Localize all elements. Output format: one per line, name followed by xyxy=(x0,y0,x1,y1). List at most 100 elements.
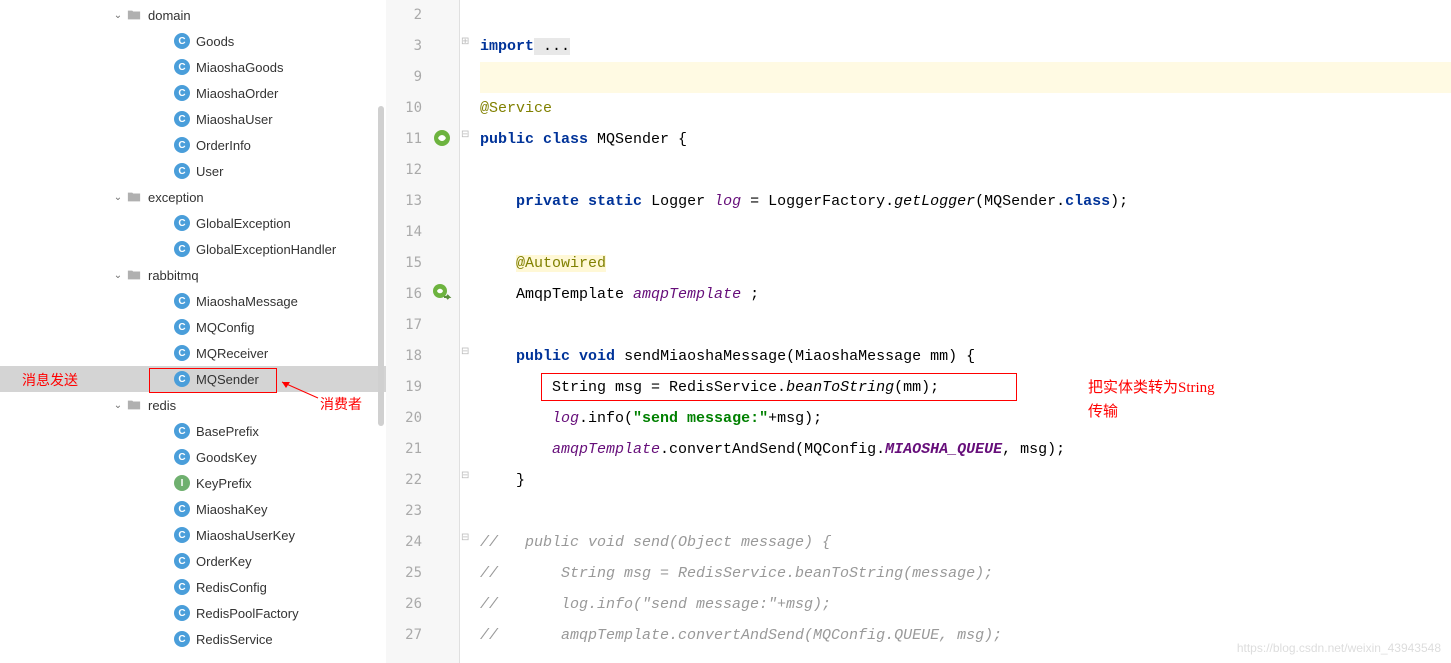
fold-collapse-icon[interactable]: ⊟ xyxy=(461,129,469,140)
tree-item-miaoshamessage[interactable]: CMiaoshaMessage xyxy=(0,288,386,314)
tree-label: MiaoshaUserKey xyxy=(196,528,295,543)
tree-label: rabbitmq xyxy=(148,268,199,283)
line-number: 25 xyxy=(386,558,422,589)
line-number: 16 xyxy=(386,279,422,310)
line-number: 18 xyxy=(386,341,422,372)
annotation-label: 消息发送 xyxy=(22,370,78,390)
class-icon: C xyxy=(174,293,190,309)
fold-collapse-icon[interactable]: ⊟ xyxy=(461,532,469,543)
chevron-down-icon: ⌄ xyxy=(110,400,126,411)
tree-item-goods[interactable]: CGoods xyxy=(0,28,386,54)
code-line: amqpTemplate.convertAndSend(MQConfig.MIA… xyxy=(480,434,1451,465)
tree-item-redisconfig[interactable]: CRedisConfig xyxy=(0,574,386,600)
class-icon: C xyxy=(174,449,190,465)
tree-item-mqconfig[interactable]: CMQConfig xyxy=(0,314,386,340)
tree-item-redisservice[interactable]: CRedisService xyxy=(0,626,386,652)
class-icon: C xyxy=(174,241,190,257)
tree-item-redispoolfactory[interactable]: CRedisPoolFactory xyxy=(0,600,386,626)
class-icon: C xyxy=(174,59,190,75)
line-number: 26 xyxy=(386,589,422,620)
folder-icon xyxy=(126,397,142,413)
line-number: 14 xyxy=(386,217,422,248)
tree-item-miaoshauser[interactable]: CMiaoshaUser xyxy=(0,106,386,132)
tree-label: KeyPrefix xyxy=(196,476,252,491)
tree-label: redis xyxy=(148,398,176,413)
tree-label: MQReceiver xyxy=(196,346,268,361)
tree-label: MiaoshaGoods xyxy=(196,60,283,75)
fold-collapse-icon[interactable]: ⊟ xyxy=(461,470,469,481)
code-line: String msg = RedisService.beanToString(m… xyxy=(480,372,1451,403)
tree-label: exception xyxy=(148,190,204,205)
code-line xyxy=(480,496,1451,527)
scrollbar[interactable] xyxy=(378,106,384,426)
code-editor[interactable]: import ... @Service public class MQSende… xyxy=(474,0,1451,663)
tree-label: GlobalException xyxy=(196,216,291,231)
tree-label: RedisConfig xyxy=(196,580,267,595)
class-icon: C xyxy=(174,423,190,439)
tree-item-globalexceptionhandler[interactable]: CGlobalExceptionHandler xyxy=(0,236,386,262)
tree-folder-domain[interactable]: ⌄ domain xyxy=(0,2,386,28)
tree-label: RedisPoolFactory xyxy=(196,606,299,621)
code-line: public void sendMiaoshaMessage(MiaoshaMe… xyxy=(480,341,1451,372)
tree-label: MiaoshaOrder xyxy=(196,86,278,101)
tree-folder-exception[interactable]: ⌄ exception xyxy=(0,184,386,210)
project-tree[interactable]: ⌄ domain CGoodsCMiaoshaGoodsCMiaoshaOrde… xyxy=(0,0,386,663)
line-number: 17 xyxy=(386,310,422,341)
tree-label: domain xyxy=(148,8,191,23)
folder-icon xyxy=(126,7,142,23)
code-line: import ... xyxy=(480,31,1451,62)
spring-bean-nav-icon[interactable] xyxy=(432,283,452,303)
watermark: https://blog.csdn.net/weixin_43943548 xyxy=(1237,641,1441,655)
code-line: @Autowired xyxy=(480,248,1451,279)
tree-item-miaoshagoods[interactable]: C MiaoshaGoods xyxy=(0,54,386,80)
tree-item-keyprefix[interactable]: I KeyPrefix xyxy=(0,470,386,496)
tree-item-orderinfo[interactable]: COrderInfo xyxy=(0,132,386,158)
code-line: // log.info("send message:"+msg); xyxy=(480,589,1451,620)
fold-expand-icon[interactable]: ⊞ xyxy=(461,36,469,47)
line-number: 19 xyxy=(386,372,422,403)
tree-item-miaoshaorder[interactable]: CMiaoshaOrder xyxy=(0,80,386,106)
tree-label: BasePrefix xyxy=(196,424,259,439)
tree-item-user[interactable]: CUser xyxy=(0,158,386,184)
folder-icon xyxy=(126,267,142,283)
class-icon: C xyxy=(174,215,190,231)
code-line: } xyxy=(480,465,1451,496)
tree-label: OrderInfo xyxy=(196,138,251,153)
tree-item-globalexception[interactable]: C GlobalException xyxy=(0,210,386,236)
code-line xyxy=(480,217,1451,248)
line-number: 15 xyxy=(386,248,422,279)
line-number: 12 xyxy=(386,155,422,186)
tree-label: MQConfig xyxy=(196,320,255,335)
fold-column[interactable]: ⊞ ⊟ ⊟ ⊟ ⊟ xyxy=(460,0,474,663)
tree-item-baseprefix[interactable]: C BasePrefix xyxy=(0,418,386,444)
code-line: @Service xyxy=(480,93,1451,124)
tree-item-miaoshauserkey[interactable]: C MiaoshaUserKey xyxy=(0,522,386,548)
code-line: private static Logger log = LoggerFactor… xyxy=(480,186,1451,217)
tree-item-mqreceiver[interactable]: CMQReceiver xyxy=(0,340,386,366)
code-line: // String msg = RedisService.beanToStrin… xyxy=(480,558,1451,589)
interface-icon: I xyxy=(174,475,190,491)
code-line xyxy=(480,0,1451,31)
annotation-label: 消费者 xyxy=(320,394,362,414)
line-number: 13 xyxy=(386,186,422,217)
tree-label: OrderKey xyxy=(196,554,252,569)
tree-folder-rabbitmq[interactable]: ⌄ rabbitmq xyxy=(0,262,386,288)
tree-label: User xyxy=(196,164,223,179)
chevron-down-icon: ⌄ xyxy=(110,10,126,21)
line-number: 11 xyxy=(386,124,422,155)
class-icon: C xyxy=(174,553,190,569)
line-number: 24 xyxy=(386,527,422,558)
tree-item-miaoshakey[interactable]: CMiaoshaKey xyxy=(0,496,386,522)
line-number: 23 xyxy=(386,496,422,527)
class-icon: C xyxy=(174,527,190,543)
tree-item-orderkey[interactable]: C OrderKey xyxy=(0,548,386,574)
class-icon: C xyxy=(174,631,190,647)
class-icon: C xyxy=(174,111,190,127)
tree-item-goodskey[interactable]: C GoodsKey xyxy=(0,444,386,470)
spring-bean-icon[interactable] xyxy=(432,128,452,148)
folder-icon xyxy=(126,189,142,205)
fold-collapse-icon[interactable]: ⊟ xyxy=(461,346,469,357)
chevron-down-icon: ⌄ xyxy=(110,192,126,203)
line-number: 9 xyxy=(386,62,422,93)
tree-label: GoodsKey xyxy=(196,450,257,465)
